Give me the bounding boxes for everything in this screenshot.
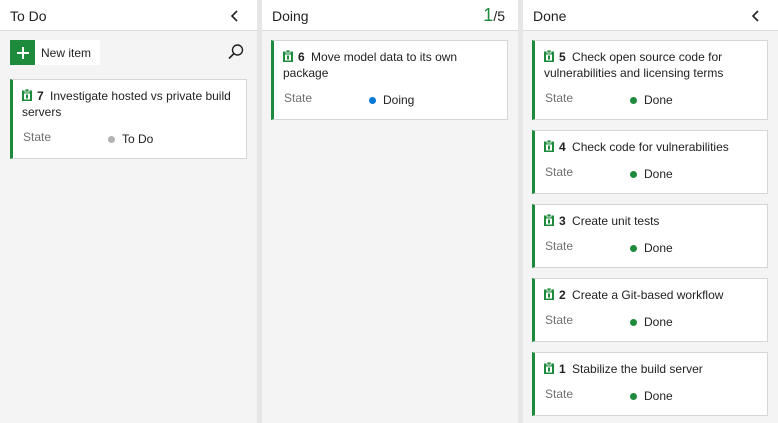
state-field[interactable]: Done bbox=[630, 241, 673, 255]
card-title: 2 Create a Git-based workflow bbox=[544, 287, 759, 303]
state-dot bbox=[369, 96, 376, 104]
state-dot bbox=[630, 170, 637, 178]
column-title-doing: Doing bbox=[272, 8, 309, 24]
card-title-text: Create unit tests bbox=[572, 214, 660, 228]
clipboard-icon bbox=[544, 140, 554, 152]
card-title-text: Create a Git-based workflow bbox=[572, 288, 724, 302]
clipboard-icon bbox=[22, 89, 32, 101]
clipboard-icon bbox=[283, 50, 293, 62]
work-item-card[interactable]: 1 Stabilize the build server State Done bbox=[532, 352, 768, 416]
card-title: 4 Check code for vulnerabilities bbox=[544, 139, 759, 155]
card-title-text: Check open source code for vulnerabiliti… bbox=[544, 50, 724, 80]
collapse-column-button[interactable] bbox=[224, 5, 246, 27]
state-field[interactable]: Done bbox=[630, 93, 673, 107]
card-title: 5 Check open source code for vulnerabili… bbox=[544, 49, 759, 81]
work-item-card[interactable]: 6 Move model data to its own package Sta… bbox=[271, 40, 508, 120]
work-item-card[interactable]: 2 Create a Git-based workflow State Done bbox=[532, 278, 768, 342]
state-label: State bbox=[545, 91, 574, 105]
card-id: 3 bbox=[559, 214, 566, 228]
state-value: Done bbox=[644, 315, 673, 329]
state-label: State bbox=[545, 387, 574, 401]
column-title-todo: To Do bbox=[10, 8, 47, 24]
card-title-text: Move model data to its own package bbox=[283, 50, 458, 80]
column-doing: Doing 1/5 6 Move model data to its own p… bbox=[262, 0, 518, 423]
clipboard-icon bbox=[544, 288, 554, 300]
column-done: Done 5 Check open source code for vulner… bbox=[523, 0, 778, 423]
state-value: Done bbox=[644, 241, 673, 255]
column-todo: To Do New item 7 Investigate hosted vs p… bbox=[0, 0, 257, 423]
state-label: State bbox=[545, 313, 574, 327]
state-value: Done bbox=[644, 389, 673, 403]
clipboard-icon bbox=[544, 362, 554, 374]
state-value: Done bbox=[644, 167, 673, 181]
state-field[interactable]: Done bbox=[630, 389, 673, 403]
state-field[interactable]: To Do bbox=[108, 132, 153, 146]
card-title: 3 Create unit tests bbox=[544, 213, 759, 229]
column-header-todo: To Do bbox=[0, 0, 257, 31]
card-title: 6 Move model data to its own package bbox=[283, 49, 499, 81]
state-value: Done bbox=[644, 93, 673, 107]
collapse-column-button[interactable] bbox=[745, 5, 767, 27]
card-title: 1 Stabilize the build server bbox=[544, 361, 759, 377]
state-dot bbox=[108, 135, 115, 143]
work-item-card[interactable]: 4 Check code for vulnerabilities State D… bbox=[532, 130, 768, 194]
card-id: 6 bbox=[298, 50, 305, 64]
clipboard-icon bbox=[544, 214, 554, 226]
state-field[interactable]: Done bbox=[630, 315, 673, 329]
card-title: 7 Investigate hosted vs private build se… bbox=[22, 88, 238, 120]
new-item-button[interactable]: New item bbox=[10, 40, 100, 65]
card-id: 4 bbox=[559, 140, 566, 154]
card-id: 7 bbox=[37, 89, 44, 103]
state-dot bbox=[630, 392, 637, 400]
chevron-left-icon bbox=[230, 10, 238, 22]
state-label: State bbox=[284, 91, 313, 105]
wip-limit: 1/5 bbox=[483, 5, 505, 26]
chevron-left-icon bbox=[751, 10, 759, 22]
card-title-text: Check code for vulnerabilities bbox=[572, 140, 729, 154]
new-item-label: New item bbox=[41, 45, 92, 60]
work-item-card[interactable]: 3 Create unit tests State Done bbox=[532, 204, 768, 268]
state-label: State bbox=[545, 165, 574, 179]
work-item-card[interactable]: 7 Investigate hosted vs private build se… bbox=[10, 79, 247, 159]
card-id: 5 bbox=[559, 50, 566, 64]
wip-max: /5 bbox=[493, 8, 505, 24]
state-value: To Do bbox=[122, 132, 154, 146]
card-id: 2 bbox=[559, 288, 566, 302]
state-field[interactable]: Doing bbox=[369, 93, 414, 107]
card-title-text: Investigate hosted vs private build serv… bbox=[22, 89, 231, 119]
state-label: State bbox=[545, 239, 574, 253]
wip-count: 1 bbox=[483, 5, 494, 25]
card-id: 1 bbox=[559, 362, 566, 376]
state-field[interactable]: Done bbox=[630, 167, 673, 181]
search-button[interactable] bbox=[227, 43, 245, 61]
kanban-board: To Do New item 7 Investigate hosted vs p… bbox=[0, 0, 778, 423]
clipboard-icon bbox=[544, 50, 554, 62]
plus-icon bbox=[10, 40, 35, 65]
column-header-done: Done bbox=[523, 0, 778, 31]
card-title-text: Stabilize the build server bbox=[572, 362, 703, 376]
search-icon bbox=[228, 44, 244, 60]
column-header-doing: Doing 1/5 bbox=[262, 0, 518, 31]
state-dot bbox=[630, 244, 637, 252]
column-title-done: Done bbox=[533, 8, 567, 24]
work-item-card[interactable]: 5 Check open source code for vulnerabili… bbox=[532, 40, 768, 120]
state-dot bbox=[630, 96, 637, 104]
state-label: State bbox=[23, 130, 52, 144]
state-dot bbox=[630, 318, 637, 326]
state-value: Doing bbox=[383, 93, 415, 107]
